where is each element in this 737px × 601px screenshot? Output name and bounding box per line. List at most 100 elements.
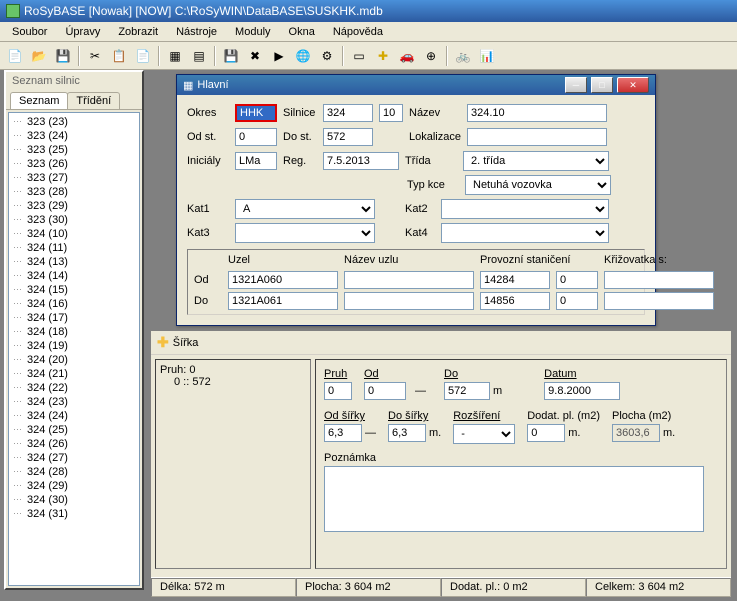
hlavni-titlebar[interactable]: ▦ Hlavní ─ □ ✕ xyxy=(177,75,655,95)
tb-cut[interactable]: ✂ xyxy=(84,45,106,67)
menu-napoveda[interactable]: Nápověda xyxy=(325,24,391,39)
od-kriz-input[interactable] xyxy=(604,271,714,289)
odsirky-input[interactable] xyxy=(324,424,362,442)
sirka-titlebar[interactable]: ✚ Šířka xyxy=(151,331,731,355)
dost-input[interactable] xyxy=(323,128,373,146)
tree-range-node[interactable]: 0 :: 572 xyxy=(160,376,306,388)
tb-open[interactable]: 📂 xyxy=(28,45,50,67)
kat1-select[interactable]: A xyxy=(235,199,375,219)
tb-grid1[interactable]: ▦ xyxy=(164,45,186,67)
tb-play[interactable]: ▶ xyxy=(268,45,290,67)
do-nazev-input[interactable] xyxy=(344,292,474,310)
tree-item[interactable]: 324 (10) xyxy=(9,227,139,241)
tb-globe[interactable]: 🌐 xyxy=(292,45,314,67)
tab-seznam[interactable]: Seznam xyxy=(10,92,68,109)
silnice-input[interactable] xyxy=(323,104,373,122)
menu-okna[interactable]: Okna xyxy=(281,24,323,39)
trida-select[interactable]: 2. třída xyxy=(463,151,609,171)
reg-input[interactable] xyxy=(323,152,399,170)
menu-upravy[interactable]: Úpravy xyxy=(57,24,108,39)
od-uzel-input[interactable] xyxy=(228,271,338,289)
tree-item[interactable]: 324 (14) xyxy=(9,269,139,283)
do-prov2-input[interactable] xyxy=(556,292,598,310)
hlavni-close[interactable]: ✕ xyxy=(617,77,649,93)
tree-item[interactable]: 323 (26) xyxy=(9,157,139,171)
inicialy-input[interactable] xyxy=(235,152,277,170)
dodatpl-input[interactable] xyxy=(527,424,565,442)
pruh-input[interactable] xyxy=(324,382,352,400)
tree-item[interactable]: 323 (25) xyxy=(9,143,139,157)
od-prov-input[interactable] xyxy=(480,271,550,289)
tree-item[interactable]: 324 (25) xyxy=(9,423,139,437)
tree-item[interactable]: 324 (31) xyxy=(9,507,139,521)
tree-item[interactable]: 324 (13) xyxy=(9,255,139,269)
tree-item[interactable]: 323 (29) xyxy=(9,199,139,213)
odst-input[interactable] xyxy=(235,128,277,146)
tb-plus[interactable]: ✚ xyxy=(372,45,394,67)
tb-target[interactable]: ⊕ xyxy=(420,45,442,67)
tree-item[interactable]: 324 (22) xyxy=(9,381,139,395)
kat3-select[interactable] xyxy=(235,223,375,243)
tree-item[interactable]: 324 (17) xyxy=(9,311,139,325)
hlavni-minimize[interactable]: ─ xyxy=(565,77,587,93)
dosirky-input[interactable] xyxy=(388,424,426,442)
tree-item[interactable]: 323 (28) xyxy=(9,185,139,199)
hlavni-maximize[interactable]: □ xyxy=(591,77,613,93)
tree-item[interactable]: 324 (16) xyxy=(9,297,139,311)
kat4-select[interactable] xyxy=(441,223,609,243)
tree-item[interactable]: 324 (23) xyxy=(9,395,139,409)
tree-pruh-node[interactable]: Pruh: 0 xyxy=(160,364,306,376)
tree-item[interactable]: 324 (29) xyxy=(9,479,139,493)
tb-save[interactable]: 💾 xyxy=(52,45,74,67)
menu-zobrazit[interactable]: Zobrazit xyxy=(110,24,166,39)
tb-disk[interactable]: 💾 xyxy=(220,45,242,67)
tb-paste[interactable]: 📄 xyxy=(132,45,154,67)
tb-new[interactable]: 📄 xyxy=(4,45,26,67)
tree-item[interactable]: 324 (24) xyxy=(9,409,139,423)
od-prov2-input[interactable] xyxy=(556,271,598,289)
datum-input[interactable] xyxy=(544,382,620,400)
tb-car[interactable]: 🚗 xyxy=(396,45,418,67)
s-od-input[interactable] xyxy=(364,382,406,400)
tree-item[interactable]: 324 (15) xyxy=(9,283,139,297)
okres-input[interactable] xyxy=(235,104,277,122)
rozsireni-select[interactable]: - xyxy=(453,424,515,444)
tb-bike[interactable]: 🚲 xyxy=(452,45,474,67)
tb-gear[interactable]: ⚙ xyxy=(316,45,338,67)
lokalizace-input[interactable] xyxy=(467,128,607,146)
tree-item[interactable]: 324 (30) xyxy=(9,493,139,507)
tree-item[interactable]: 323 (24) xyxy=(9,129,139,143)
menu-nastroje[interactable]: Nástroje xyxy=(168,24,225,39)
silnice-b-input[interactable] xyxy=(379,104,403,122)
tree-item[interactable]: 324 (20) xyxy=(9,353,139,367)
tree-item[interactable]: 324 (28) xyxy=(9,465,139,479)
tree-item[interactable]: 324 (21) xyxy=(9,367,139,381)
tree-item[interactable]: 324 (27) xyxy=(9,451,139,465)
do-prov-input[interactable] xyxy=(480,292,550,310)
tb-card[interactable]: ▭ xyxy=(348,45,370,67)
menu-moduly[interactable]: Moduly xyxy=(227,24,278,39)
tree-item[interactable]: 323 (30) xyxy=(9,213,139,227)
typkce-select[interactable]: Netuhá vozovka xyxy=(465,175,611,195)
tb-grid2[interactable]: ▤ xyxy=(188,45,210,67)
tab-trideni[interactable]: Třídění xyxy=(67,92,120,109)
do-kriz-input[interactable] xyxy=(604,292,714,310)
tb-x[interactable]: ✖ xyxy=(244,45,266,67)
road-tree[interactable]: 323 (23)323 (24)323 (25)323 (26)323 (27)… xyxy=(8,112,140,586)
tree-item[interactable]: 323 (27) xyxy=(9,171,139,185)
tree-item[interactable]: 324 (18) xyxy=(9,325,139,339)
poznamka-input[interactable] xyxy=(324,466,704,532)
tree-item[interactable]: 324 (19) xyxy=(9,339,139,353)
menu-soubor[interactable]: Soubor xyxy=(4,24,55,39)
tree-item[interactable]: 324 (26) xyxy=(9,437,139,451)
kat2-select[interactable] xyxy=(441,199,609,219)
nazev-input[interactable] xyxy=(467,104,607,122)
tb-copy[interactable]: 📋 xyxy=(108,45,130,67)
tree-item[interactable]: 324 (11) xyxy=(9,241,139,255)
do-uzel-input[interactable] xyxy=(228,292,338,310)
tree-item[interactable]: 323 (23) xyxy=(9,115,139,129)
od-nazev-input[interactable] xyxy=(344,271,474,289)
sirka-tree[interactable]: Pruh: 0 0 :: 572 xyxy=(155,359,311,569)
s-do-input[interactable] xyxy=(444,382,490,400)
tb-chart[interactable]: 📊 xyxy=(476,45,498,67)
